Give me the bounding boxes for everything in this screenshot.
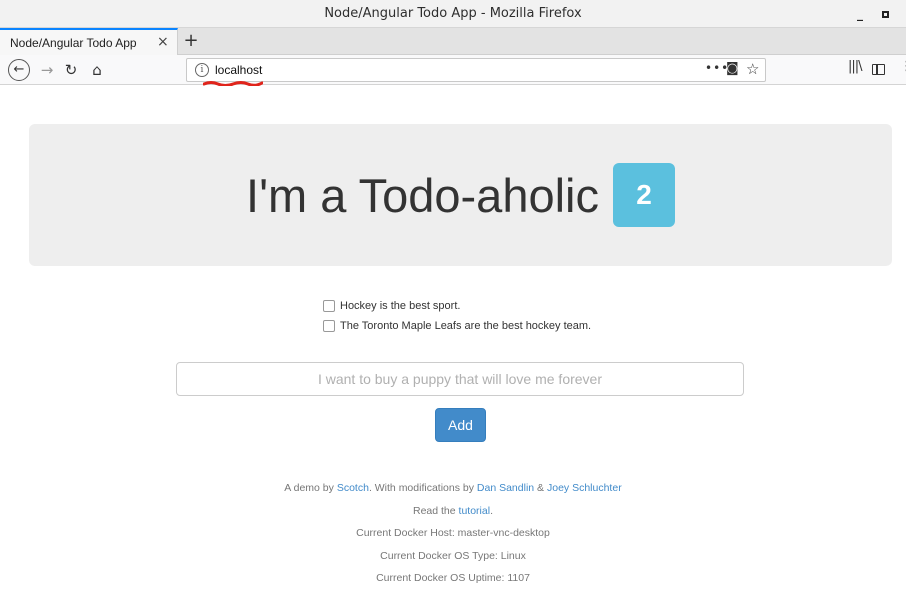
docker-uptime: Current Docker OS Uptime: 1107 — [376, 572, 530, 584]
footer-tutorial: Read the tutorial. — [413, 504, 493, 517]
tab-close-icon[interactable]: × — [157, 34, 169, 50]
todo-list: Hockey is the best sport. The Toronto Ma… — [323, 296, 591, 336]
pocket-icon[interactable]: ◙ — [726, 61, 739, 76]
header-jumbotron: I'm a Todo-aholic 2 — [29, 124, 892, 266]
url-bar[interactable]: i localhost ••• ◙ ☆ — [186, 58, 766, 82]
library-icon[interactable]: |||\ — [848, 59, 862, 74]
reload-icon[interactable]: ↻ — [60, 59, 82, 81]
tab-todo-app[interactable]: Node/Angular Todo App × — [0, 28, 178, 55]
docker-host: Current Docker Host: master-vnc-desktop — [356, 527, 550, 539]
joey-schluchter-link[interactable]: Joey Schluchter — [547, 482, 622, 494]
todo-checkbox[interactable] — [323, 300, 335, 312]
url-text[interactable]: localhost — [215, 63, 262, 77]
todo-text: The Toronto Maple Leafs are the best hoc… — [340, 320, 592, 332]
window-titlebar: Node/Angular Todo App - Mozilla Firefox … — [0, 0, 906, 28]
add-button[interactable]: Add — [435, 408, 486, 442]
maximize-button[interactable] — [876, 5, 894, 23]
tab-title: Node/Angular Todo App — [10, 36, 137, 50]
home-icon[interactable]: ⌂ — [86, 59, 108, 81]
sidebar-icon[interactable] — [872, 64, 885, 75]
footer-credits: A demo by Scotch. With modifications by … — [284, 482, 622, 494]
new-todo-input[interactable] — [176, 362, 744, 396]
nav-toolbar: ← → ↻ ⌂ i localhost ••• ◙ ☆ — [0, 55, 906, 85]
docker-os-type: Current Docker OS Type: Linux — [380, 549, 526, 562]
todo-item[interactable]: The Toronto Maple Leafs are the best hoc… — [323, 316, 591, 336]
todo-text: Hockey is the best sport. — [340, 300, 461, 312]
dan-sandlin-link[interactable]: Dan Sandlin — [477, 482, 534, 494]
bookmark-star-icon[interactable]: ☆ — [746, 60, 759, 78]
maximize-icon — [881, 11, 889, 18]
todo-item[interactable]: Hockey is the best sport. — [323, 296, 591, 316]
back-icon[interactable]: ← — [8, 59, 30, 81]
page-title: I'm a Todo-aholic 2 — [29, 162, 892, 227]
minimize-button[interactable]: _ — [851, 5, 869, 23]
tutorial-link[interactable]: tutorial — [459, 505, 491, 517]
tab-strip: Node/Angular Todo App × + — [0, 28, 906, 55]
todo-count-badge: 2 — [612, 162, 675, 227]
footer: A demo by Scotch. With modifications by … — [0, 480, 906, 593]
scotch-link[interactable]: Scotch — [337, 482, 369, 494]
page-title-text: I'm a Todo-aholic — [246, 169, 599, 222]
menu-icon[interactable]: ⋮ — [900, 59, 906, 74]
window-title: Node/Angular Todo App - Mozilla Firefox — [324, 6, 582, 21]
red-annotation-scribble — [203, 81, 263, 86]
new-tab-button[interactable]: + — [181, 30, 201, 51]
info-icon[interactable]: i — [195, 63, 209, 77]
todo-checkbox[interactable] — [323, 320, 335, 332]
forward-icon[interactable]: → — [36, 59, 58, 81]
